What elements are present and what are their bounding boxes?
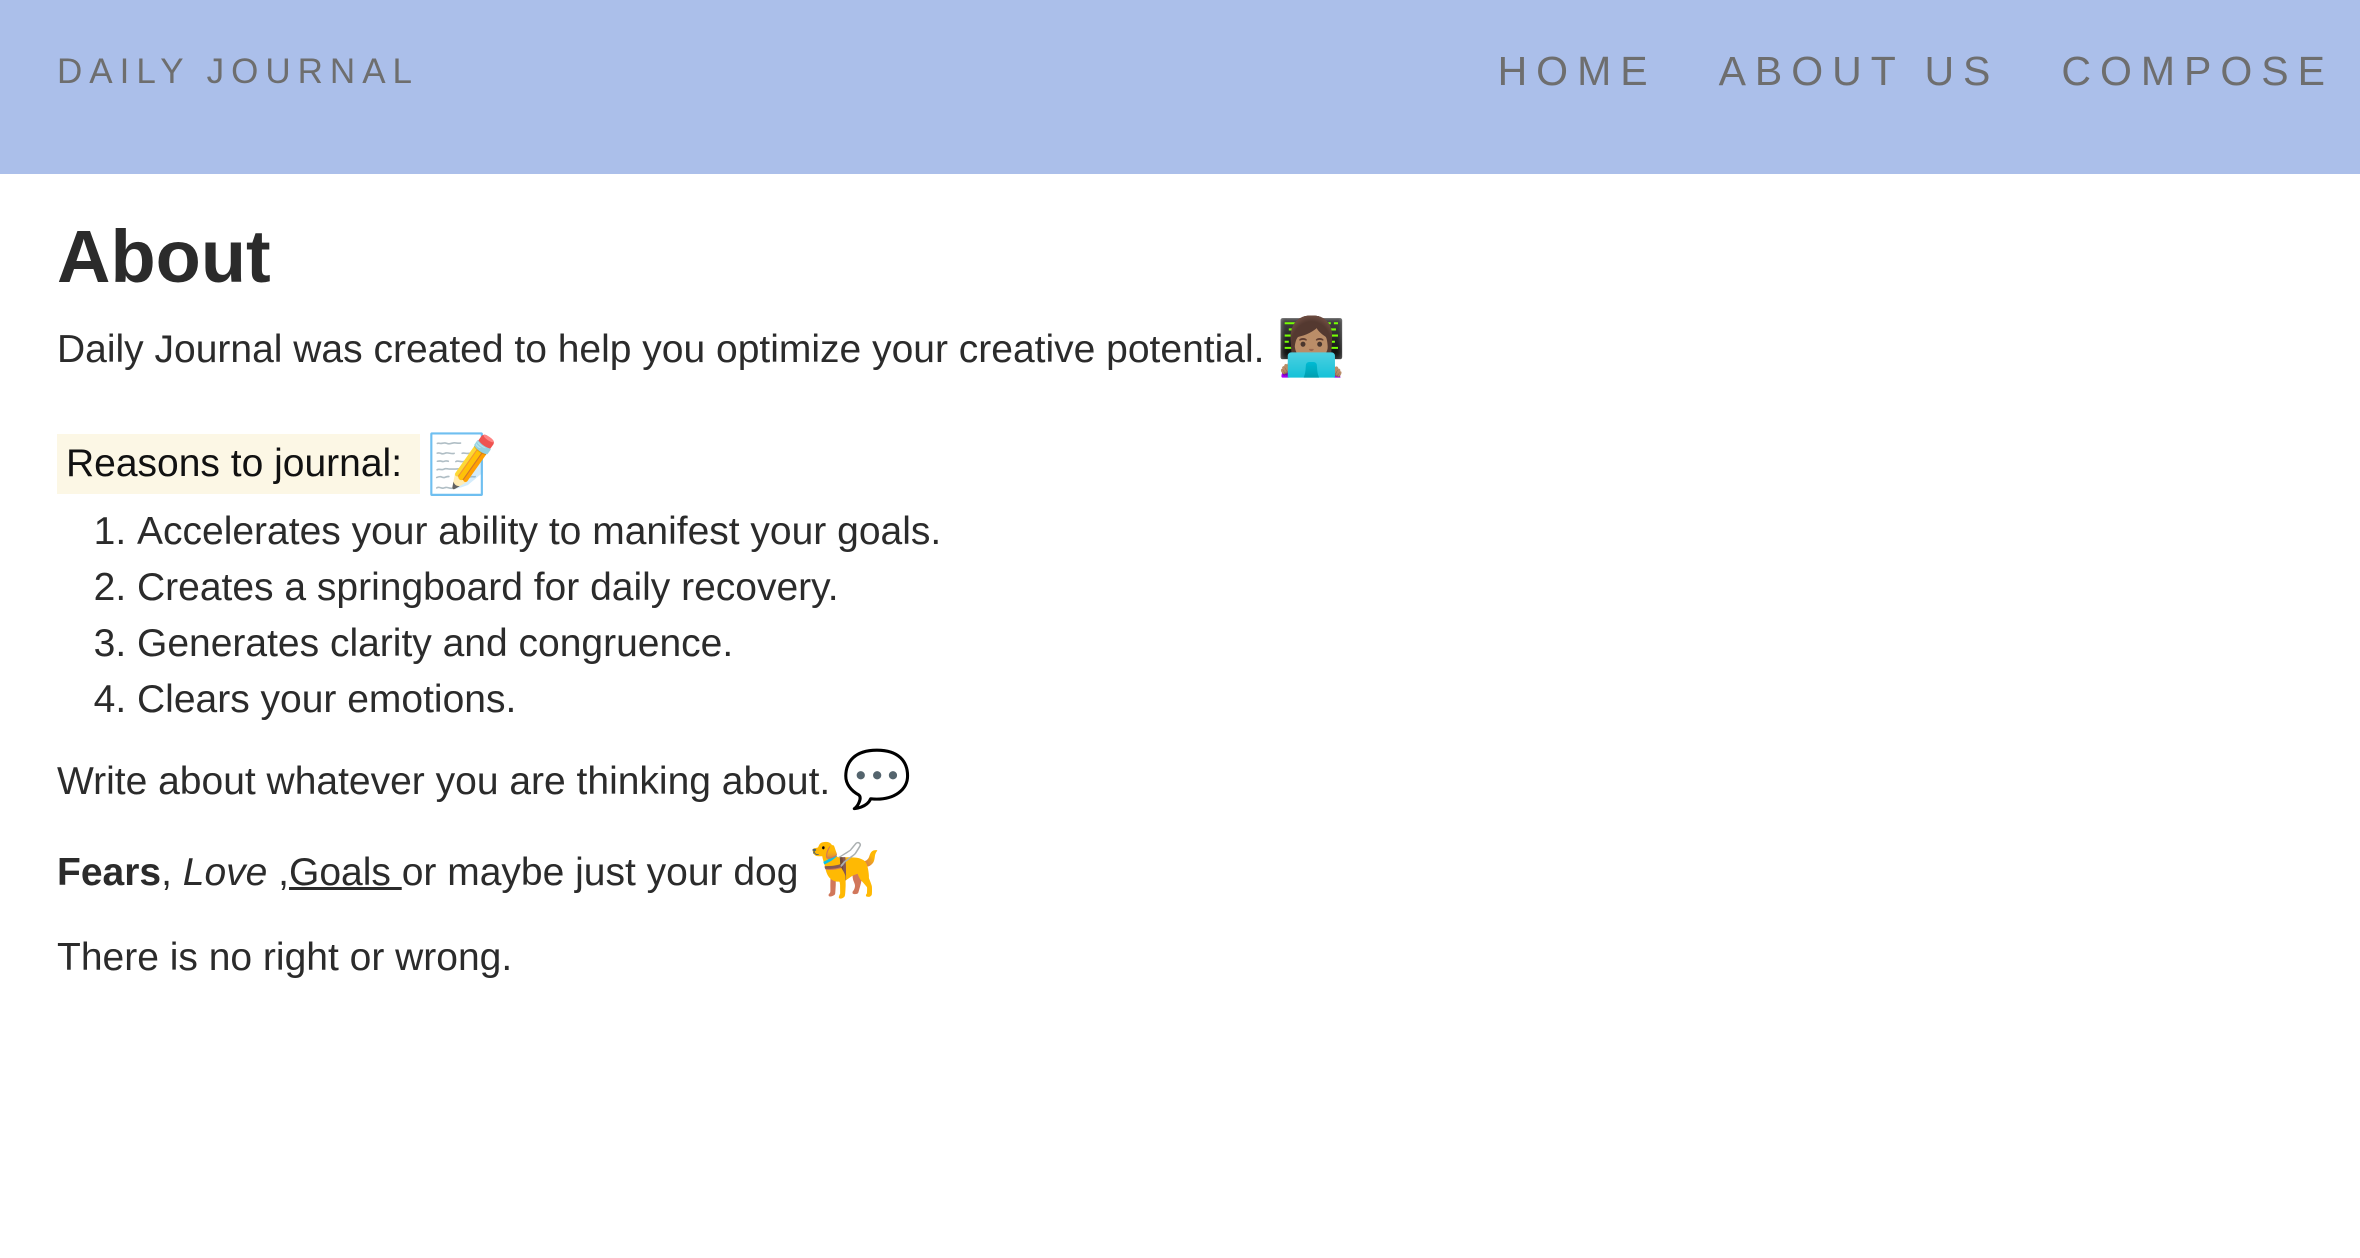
list-item: Clears your emotions.	[137, 672, 941, 728]
topic-goals: Goals	[289, 851, 402, 894]
topic-separator: ,	[161, 851, 183, 894]
reasons-list: Accelerates your ability to manifest you…	[57, 504, 941, 728]
nav-link-home[interactable]: HOME	[1498, 48, 1657, 94]
nav-item-home: HOME	[1498, 48, 1657, 95]
intro-paragraph: Daily Journal was created to help you op…	[57, 319, 1346, 375]
nav-link-compose[interactable]: COMPOSE	[2061, 48, 2334, 94]
topics-paragraph: Fears, Love ,Goals or maybe just your do…	[57, 842, 880, 898]
nav-links: HOME ABOUT US COMPOSE	[1498, 48, 2334, 95]
topic-fears: Fears	[57, 851, 162, 894]
write-paragraph: Write about whatever you are thinking ab…	[57, 751, 912, 807]
topic-separator: ,	[267, 851, 289, 894]
guide-dog-icon: 🦮	[810, 838, 881, 901]
topic-rest: or maybe just your dog	[401, 851, 799, 894]
navbar: DAILY JOURNAL HOME ABOUT US COMPOSE	[0, 0, 2360, 174]
reasons-label: Reasons to journal:	[57, 434, 421, 494]
speech-bubble-icon: 💬	[842, 747, 912, 810]
list-item: Generates clarity and congruence.	[137, 616, 941, 672]
intro-text: Daily Journal was created to help you op…	[57, 328, 1265, 371]
page-title: About	[57, 215, 271, 298]
nav-item-about-us: ABOUT US	[1719, 48, 2000, 95]
list-item: Creates a springboard for daily recovery…	[137, 560, 941, 616]
nav-item-compose: COMPOSE	[2061, 48, 2334, 95]
topic-love: Love	[182, 851, 268, 894]
write-text: Write about whatever you are thinking ab…	[57, 760, 831, 803]
brand-link[interactable]: DAILY JOURNAL	[57, 52, 419, 92]
woman-technologist-icon: 👩🏽‍💻	[1276, 315, 1347, 378]
reasons-heading: Reasons to journal: 📝	[57, 434, 498, 494]
nav-link-about-us[interactable]: ABOUT US	[1719, 48, 2000, 94]
list-item: Accelerates your ability to manifest you…	[137, 504, 941, 560]
closing-paragraph: There is no right or wrong.	[57, 936, 513, 979]
memo-icon: 📝	[426, 432, 499, 497]
